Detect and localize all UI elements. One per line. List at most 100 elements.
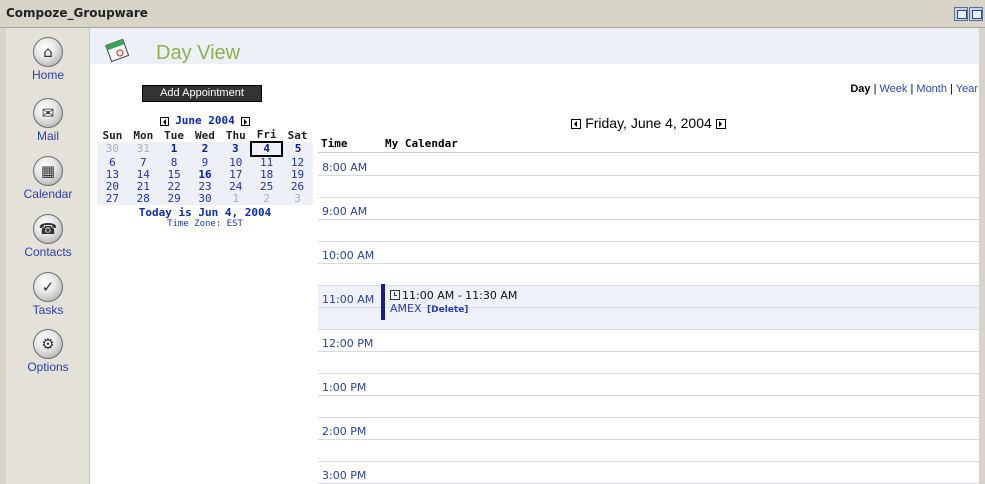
time-slot-hour[interactable]: 3:00 PM — [318, 462, 979, 484]
time-slot-half[interactable] — [318, 176, 979, 198]
calendar-day[interactable]: 5 — [282, 142, 313, 156]
weekday-header: Tue — [164, 128, 185, 142]
time-label: 12:00 PM — [322, 337, 374, 350]
sidebar-item-calendar[interactable]: ▦ Calendar — [6, 156, 90, 201]
tasks-icon: ✓ — [33, 272, 63, 302]
calendar-day[interactable]: 28 — [128, 193, 159, 205]
time-label: 8:00 AM — [322, 161, 368, 174]
sidebar-item-mail[interactable]: ✉ Mail — [6, 98, 90, 143]
clock-icon — [390, 290, 400, 300]
contacts-icon: ☎ — [33, 214, 63, 244]
appointment-title: AMEX [Delete] — [390, 302, 468, 315]
next-month-icon[interactable] — [241, 116, 251, 126]
mini-calendar: June 2004 Sun Mon Tue Wed Thu Fri Sat 30 31 1 2 3 4… — [97, 114, 313, 229]
calendar-day[interactable]: 27 — [97, 193, 128, 205]
time-slot-hour[interactable]: 8:00 AM — [318, 154, 979, 176]
sidebar-item-contacts[interactable]: ☎ Contacts — [6, 214, 90, 259]
view-link-day[interactable]: Day — [850, 83, 870, 95]
calendar-week-row: 30 31 1 2 3 4 5 — [97, 141, 313, 157]
calendar-icon: ▦ — [33, 156, 63, 186]
sidebar-item-home[interactable]: ⌂ Home — [6, 37, 90, 82]
today-label[interactable]: Today is Jun 4, 2004 — [97, 206, 313, 219]
time-slot-half[interactable] — [318, 352, 979, 374]
maximize-window-icon[interactable] — [969, 7, 983, 21]
mini-calendar-month[interactable]: June 2004 — [175, 114, 235, 127]
time-slot-half[interactable] — [318, 396, 979, 418]
calendar-page-icon — [105, 38, 130, 62]
calendar-day[interactable]: 1 — [220, 193, 251, 205]
weekday-header: Thu — [225, 128, 246, 142]
weekday-header: Fri — [256, 128, 277, 141]
sidebar-item-label: Home — [31, 68, 64, 82]
timezone-label: Time Zone: EST — [167, 219, 243, 229]
weekday-row: Sun Mon Tue Wed Thu Fri Sat — [97, 128, 313, 142]
mail-icon: ✉ — [33, 98, 63, 128]
view-switcher: Day | Week | Month | Year — [820, 83, 978, 95]
time-slot-half[interactable] — [318, 440, 979, 462]
time-label: 11:00 AM — [322, 293, 375, 306]
time-slot-hour[interactable]: 9:00 AM — [318, 198, 979, 220]
calendar-day[interactable]: 2 — [190, 142, 221, 156]
app-title: Compoze_Groupware — [6, 6, 148, 20]
restore-window-icon[interactable] — [954, 7, 968, 21]
calendar-day[interactable]: 4 — [250, 141, 284, 157]
mini-calendar-days: 30 31 1 2 3 4 5 6 7 8 9 10 11 12 13 14 15 16 17 18 19 20 21 22 2… — [97, 141, 313, 205]
view-link-month[interactable]: Month — [916, 83, 947, 95]
mini-calendar-header: June 2004 — [97, 114, 313, 128]
sidebar-item-label: Options — [27, 360, 69, 374]
day-schedule-grid: Time My Calendar 8:00 AM 9:00 AM 10:00 AM 1… — [318, 132, 979, 484]
sidebar-item-options[interactable]: ⚙ Options — [6, 329, 90, 374]
time-slot-hour[interactable]: 10:00 AM — [318, 242, 979, 264]
mini-calendar-grid: Sun Mon Tue Wed Thu Fri Sat 30 31 1 2 3 4 5 6 7 8 9 10 11 1… — [97, 128, 313, 205]
appointment-time: 11:00 AM - 11:30 AM — [390, 289, 517, 302]
time-slot-hour[interactable]: 2:00 PM — [318, 418, 979, 440]
sidebar-item-tasks[interactable]: ✓ Tasks — [6, 272, 90, 317]
time-label: 9:00 AM — [322, 205, 368, 218]
weekday-header: Sun — [102, 128, 123, 142]
calendar-week-row: 27 28 29 30 1 2 3 — [97, 193, 313, 205]
time-label: 10:00 AM — [322, 249, 375, 262]
calendar-day[interactable]: 29 — [159, 193, 190, 205]
weekday-header: Mon — [133, 128, 154, 142]
title-bar: Compoze_Groupware — [0, 0, 985, 28]
options-icon: ⚙ — [33, 329, 63, 359]
calendar-day[interactable]: 3 — [282, 193, 313, 205]
time-label: 1:00 PM — [322, 381, 367, 394]
sidebar: ⌂ Home ✉ Mail ▦ Calendar ☎ Contacts ✓ Ta… — [6, 28, 90, 484]
appointment-delete-link[interactable]: [Delete] — [427, 305, 468, 315]
page-title: Day View — [156, 42, 241, 64]
previous-day-icon[interactable] — [571, 119, 582, 129]
time-label: 2:00 PM — [322, 425, 367, 438]
time-slot-hour[interactable]: 1:00 PM — [318, 374, 979, 396]
appointment-indicator-bar — [381, 284, 385, 320]
view-link-separator: | — [946, 83, 956, 95]
window-frame-right — [979, 28, 985, 484]
schedule-column-header: Time My Calendar — [318, 132, 979, 153]
view-link-separator: | — [870, 83, 880, 95]
home-icon: ⌂ — [33, 37, 63, 67]
sidebar-item-label: Contacts — [24, 245, 72, 259]
view-link-year[interactable]: Year — [956, 83, 978, 95]
view-link-week[interactable]: Week — [880, 83, 908, 95]
column-header-time: Time — [321, 137, 348, 150]
calendar-day[interactable]: 30 — [97, 142, 128, 156]
sidebar-item-label: Calendar — [23, 187, 73, 201]
sidebar-item-label: Mail — [36, 129, 59, 143]
next-day-icon[interactable] — [715, 119, 726, 129]
time-slot-hour[interactable]: 12:00 PM — [318, 330, 979, 352]
column-header-my-calendar: My Calendar — [385, 137, 458, 150]
appointment-time-range: 11:00 AM - 11:30 AM — [402, 289, 518, 302]
calendar-day[interactable]: 31 — [128, 142, 159, 156]
previous-month-icon[interactable] — [159, 116, 169, 126]
calendar-day[interactable]: 1 — [159, 142, 190, 156]
time-slot-half[interactable] — [318, 220, 979, 242]
day-date-label: Friday, June 4, 2004 — [585, 115, 712, 131]
calendar-day[interactable]: 2 — [251, 193, 282, 205]
appointment-link[interactable]: AMEX — [390, 302, 422, 315]
time-slot-half[interactable] — [318, 264, 979, 286]
calendar-day[interactable]: 30 — [190, 193, 221, 205]
time-label: 3:00 PM — [322, 469, 367, 482]
sidebar-item-label: Tasks — [32, 303, 64, 317]
calendar-day[interactable]: 3 — [220, 142, 251, 156]
add-appointment-button[interactable]: Add Appointment — [142, 85, 262, 102]
